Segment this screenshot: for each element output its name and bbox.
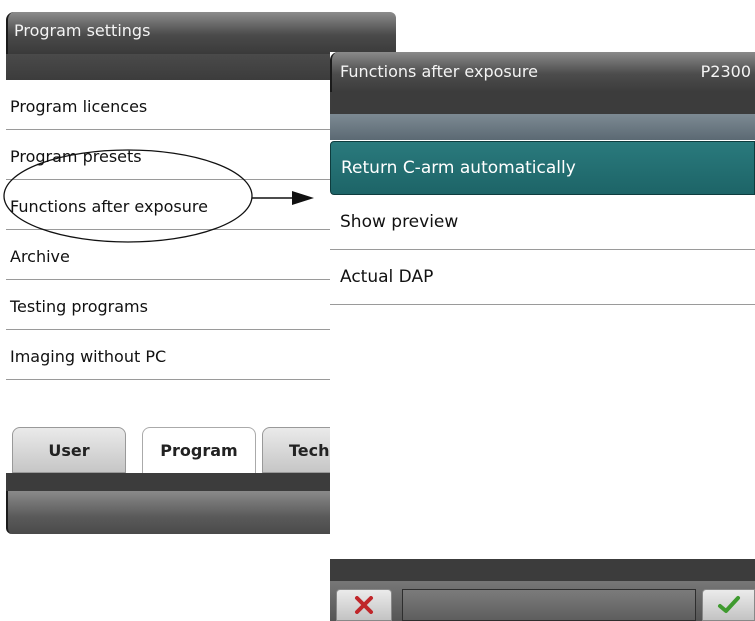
- bottom-strip: [330, 559, 755, 581]
- program-settings-title-bar: Program settings: [6, 12, 396, 54]
- menu-item-label: Testing programs: [10, 297, 148, 316]
- program-code: P2300: [700, 62, 751, 81]
- menu-item-label: Functions after exposure: [10, 197, 208, 216]
- menu-item-archive[interactable]: Archive: [6, 230, 336, 280]
- option-return-c-arm-automatically[interactable]: Return C-arm automatically: [330, 141, 755, 195]
- cancel-button[interactable]: [336, 589, 392, 621]
- option-label: Actual DAP: [340, 267, 434, 287]
- header-strip: [330, 114, 755, 140]
- tab-program[interactable]: Program: [142, 427, 256, 473]
- tab-label: Tech: [289, 441, 330, 460]
- functions-title-bar: Functions after exposure P2300: [330, 52, 755, 92]
- bottom-bar: [6, 491, 336, 534]
- tab-label: User: [48, 441, 90, 460]
- bottom-strip: [6, 473, 336, 491]
- option-label: Show preview: [340, 212, 459, 232]
- menu-item-label: Program presets: [10, 147, 142, 166]
- tab-label: Program: [160, 441, 238, 460]
- functions-after-exposure-panel: Functions after exposure P2300 Return C-…: [330, 52, 755, 621]
- action-bar: [330, 581, 755, 621]
- title-bar-strip: [330, 92, 755, 114]
- menu-item-label: Imaging without PC: [10, 347, 167, 366]
- menu-item-label: Archive: [10, 247, 70, 266]
- menu-item-testing-programs[interactable]: Testing programs: [6, 280, 336, 330]
- option-label: Return C-arm automatically: [341, 158, 576, 178]
- option-show-preview[interactable]: Show preview: [330, 196, 755, 250]
- tab-user[interactable]: User: [12, 427, 126, 473]
- option-actual-dap[interactable]: Actual DAP: [330, 251, 755, 305]
- menu-item-program-presets[interactable]: Program presets: [6, 130, 336, 180]
- menu-item-program-licences[interactable]: Program licences: [6, 80, 336, 130]
- menu-item-label: Program licences: [10, 97, 148, 116]
- status-field: [402, 589, 696, 621]
- menu-item-functions-after-exposure[interactable]: Functions after exposure: [6, 180, 336, 230]
- settings-tab-bar: User Program Tech: [6, 427, 372, 473]
- close-icon: [355, 596, 373, 614]
- menu-item-imaging-without-pc[interactable]: Imaging without PC: [6, 330, 336, 380]
- functions-title: Functions after exposure: [340, 62, 538, 81]
- program-settings-title: Program settings: [14, 21, 151, 40]
- checkmark-icon: [717, 596, 740, 613]
- confirm-button[interactable]: [702, 589, 755, 621]
